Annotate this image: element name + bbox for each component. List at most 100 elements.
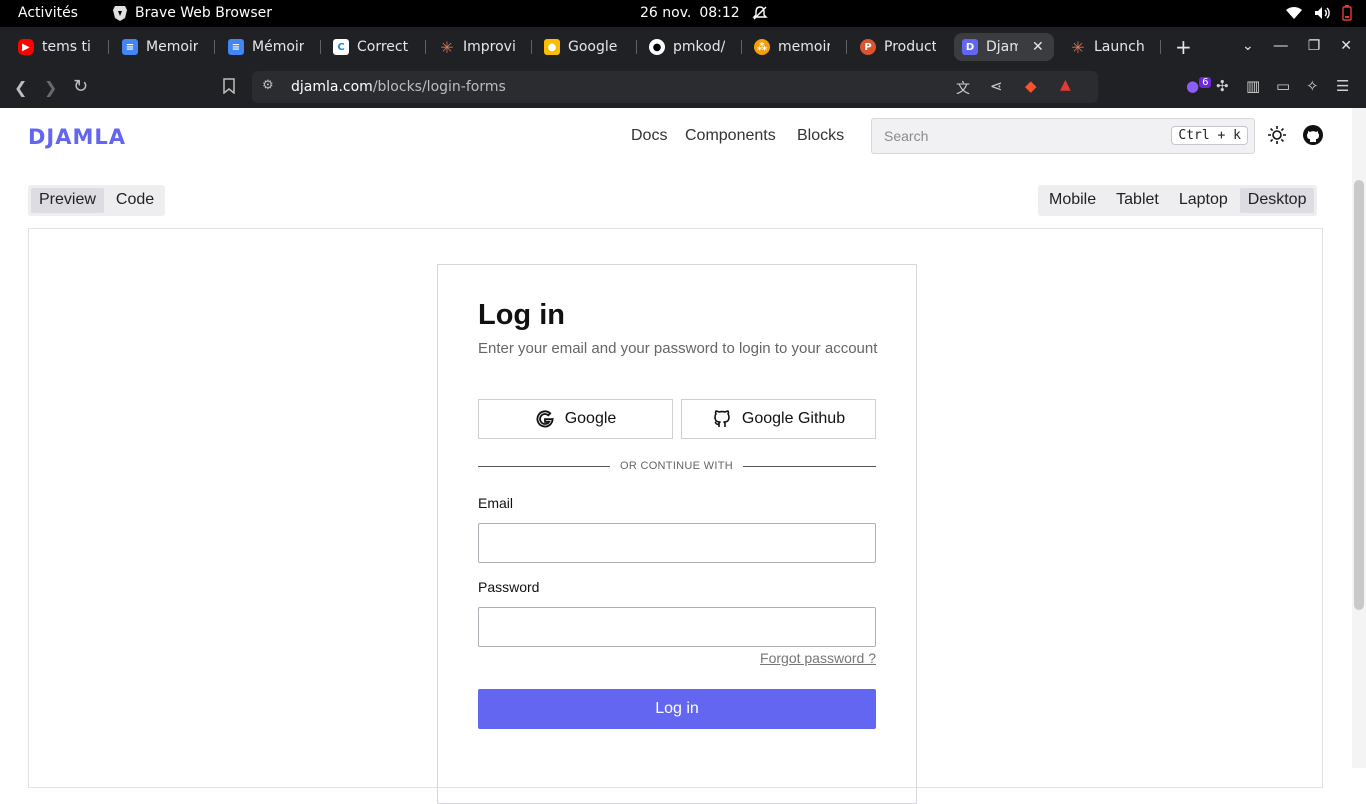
- tab-mobile[interactable]: Mobile: [1041, 188, 1104, 213]
- address-bar[interactable]: ⚙ djamla.com/blocks/login-forms 文 ⋖ ◆ ▲: [252, 71, 1098, 103]
- keep-icon: ●: [544, 39, 560, 55]
- reload-icon[interactable]: ↻: [73, 76, 88, 97]
- site-settings-icon[interactable]: ⚙: [262, 78, 274, 93]
- site-logo[interactable]: DJAMLA: [28, 125, 126, 149]
- search-input[interactable]: Search Ctrl + k: [871, 118, 1255, 154]
- tab-separator: [214, 40, 215, 54]
- extensions-puzzle-icon[interactable]: ✣: [1216, 77, 1229, 95]
- tab-label: Mémoire: [252, 39, 304, 55]
- youtube-icon: ▶: [18, 39, 34, 55]
- email-field[interactable]: [478, 523, 876, 563]
- login-card: Log in Enter your email and your passwor…: [437, 264, 917, 804]
- tab-2[interactable]: ≡ Mémoire: [220, 33, 312, 61]
- date-text: 26 nov.: [640, 5, 692, 21]
- tab-4[interactable]: ✳ Improvin: [431, 33, 523, 61]
- github-login-button[interactable]: Google Github: [681, 399, 876, 439]
- sun-icon[interactable]: [1267, 125, 1287, 145]
- tab-label: memoire: [778, 39, 830, 55]
- tab-tablet[interactable]: Tablet: [1108, 188, 1167, 213]
- tab-separator: [320, 40, 321, 54]
- tab-label: pmkod/: [673, 39, 725, 55]
- tab-label: Launchi: [1094, 39, 1146, 55]
- login-subtitle: Enter your email and your password to lo…: [478, 340, 878, 357]
- tab-label: Product: [884, 39, 936, 55]
- email-label: Email: [478, 495, 514, 511]
- scrollbar-thumb[interactable]: [1354, 180, 1364, 610]
- time-text: 08:12: [699, 5, 740, 21]
- tab-9-active[interactable]: D Djam ✕: [954, 33, 1054, 61]
- plus-icon: +: [1175, 35, 1192, 59]
- tab-8[interactable]: P Product: [852, 33, 944, 61]
- producthunt-icon: P: [860, 39, 876, 55]
- preview-frame: Log in Enter your email and your passwor…: [28, 228, 1323, 804]
- browser-toolbar: ❮ ❯ ↻ ⚙ djamla.com/blocks/login-forms 文 …: [0, 67, 1366, 108]
- sidebar-toggle-icon[interactable]: ▥: [1246, 77, 1260, 95]
- battery-low-icon: [1342, 5, 1352, 21]
- google-icon: [536, 410, 554, 428]
- forward-icon[interactable]: ❯: [44, 78, 57, 97]
- minimize-icon[interactable]: ―: [1274, 38, 1288, 54]
- tab-label: Memoire: [146, 39, 198, 55]
- google-login-button[interactable]: Google: [478, 399, 673, 439]
- tab-laptop[interactable]: Laptop: [1171, 188, 1236, 213]
- djamla-icon: D: [962, 39, 978, 55]
- login-submit-button[interactable]: Log in: [478, 689, 876, 729]
- tab-preview[interactable]: Preview: [31, 188, 104, 213]
- corrector-icon: C: [333, 39, 349, 55]
- nav-blocks[interactable]: Blocks: [797, 127, 844, 145]
- menu-icon[interactable]: ☰: [1336, 77, 1349, 95]
- url-text[interactable]: djamla.com/blocks/login-forms: [291, 79, 506, 95]
- tab-strip: ▶ tems tia ≡ Memoire ≡ Mémoire C Correcte ✳ I…: [0, 27, 1366, 67]
- forgot-password-link[interactable]: Forgot password ?: [760, 650, 876, 666]
- github-button-label: Google Github: [741, 410, 846, 427]
- tab-label: Improvin: [463, 39, 515, 55]
- brave-shields-icon[interactable]: ◆: [1025, 77, 1037, 95]
- new-tab-button[interactable]: +: [1167, 33, 1193, 61]
- activities-button[interactable]: Activités: [18, 5, 78, 21]
- github-icon: ●: [649, 39, 665, 55]
- leo-ai-icon[interactable]: ✧: [1306, 77, 1319, 95]
- github-icon[interactable]: [1303, 125, 1323, 145]
- tab-7[interactable]: ⁂ memoire: [746, 33, 838, 61]
- tab-label: tems tia: [42, 39, 90, 55]
- maximize-icon[interactable]: ❐: [1308, 38, 1321, 54]
- wallet-icon[interactable]: ▭: [1276, 77, 1290, 95]
- login-title: Log in: [478, 299, 565, 331]
- brave-lion-icon: [113, 6, 127, 21]
- docs-icon: ≡: [122, 39, 138, 55]
- tab-1[interactable]: ≡ Memoire: [114, 33, 206, 61]
- tab-label: Google I: [568, 39, 620, 55]
- page-scrollbar[interactable]: [1352, 108, 1366, 768]
- password-label: Password: [478, 579, 540, 595]
- web-page: DJAMLA Docs Components Blocks Search Ctr…: [0, 108, 1352, 804]
- viewport-toggle: Mobile Tablet Laptop Desktop: [1038, 185, 1318, 216]
- nav-docs[interactable]: Docs: [631, 127, 667, 145]
- tab-separator: [1160, 40, 1161, 54]
- tab-0[interactable]: ▶ tems tia: [10, 33, 98, 61]
- tab-label: Djam: [986, 39, 1018, 55]
- close-window-icon[interactable]: ✕: [1340, 38, 1352, 54]
- claude-icon: ✳: [1071, 37, 1085, 57]
- tab-separator: [108, 40, 109, 54]
- app-menu[interactable]: Brave Web Browser: [113, 5, 272, 21]
- tab-3[interactable]: C Correcte: [325, 33, 417, 61]
- bookmark-icon[interactable]: [222, 78, 236, 98]
- tab-search-chevron-icon[interactable]: ⌄: [1242, 38, 1254, 54]
- tab-6[interactable]: ● pmkod/: [641, 33, 733, 61]
- close-tab-icon[interactable]: ✕: [1032, 39, 1044, 55]
- tab-10[interactable]: ✳ Launchi: [1062, 33, 1154, 61]
- translate-icon[interactable]: 文: [956, 78, 970, 98]
- tab-desktop[interactable]: Desktop: [1239, 188, 1315, 213]
- back-icon[interactable]: ❮: [14, 78, 27, 97]
- divider-text: OR CONTINUE WITH: [610, 460, 743, 472]
- nav-components[interactable]: Components: [685, 127, 776, 145]
- brave-rewards-icon[interactable]: ▲: [1060, 77, 1071, 93]
- extension-icon[interactable]: ● 6: [1186, 77, 1212, 95]
- search-shortcut: Ctrl + k: [1171, 126, 1248, 145]
- share-icon[interactable]: ⋖: [990, 77, 1003, 95]
- clock[interactable]: 26 nov. 08:12: [640, 5, 772, 21]
- system-tray[interactable]: [1286, 5, 1352, 21]
- tab-5[interactable]: ● Google I: [536, 33, 628, 61]
- password-field[interactable]: [478, 607, 876, 647]
- tab-code[interactable]: Code: [108, 188, 162, 213]
